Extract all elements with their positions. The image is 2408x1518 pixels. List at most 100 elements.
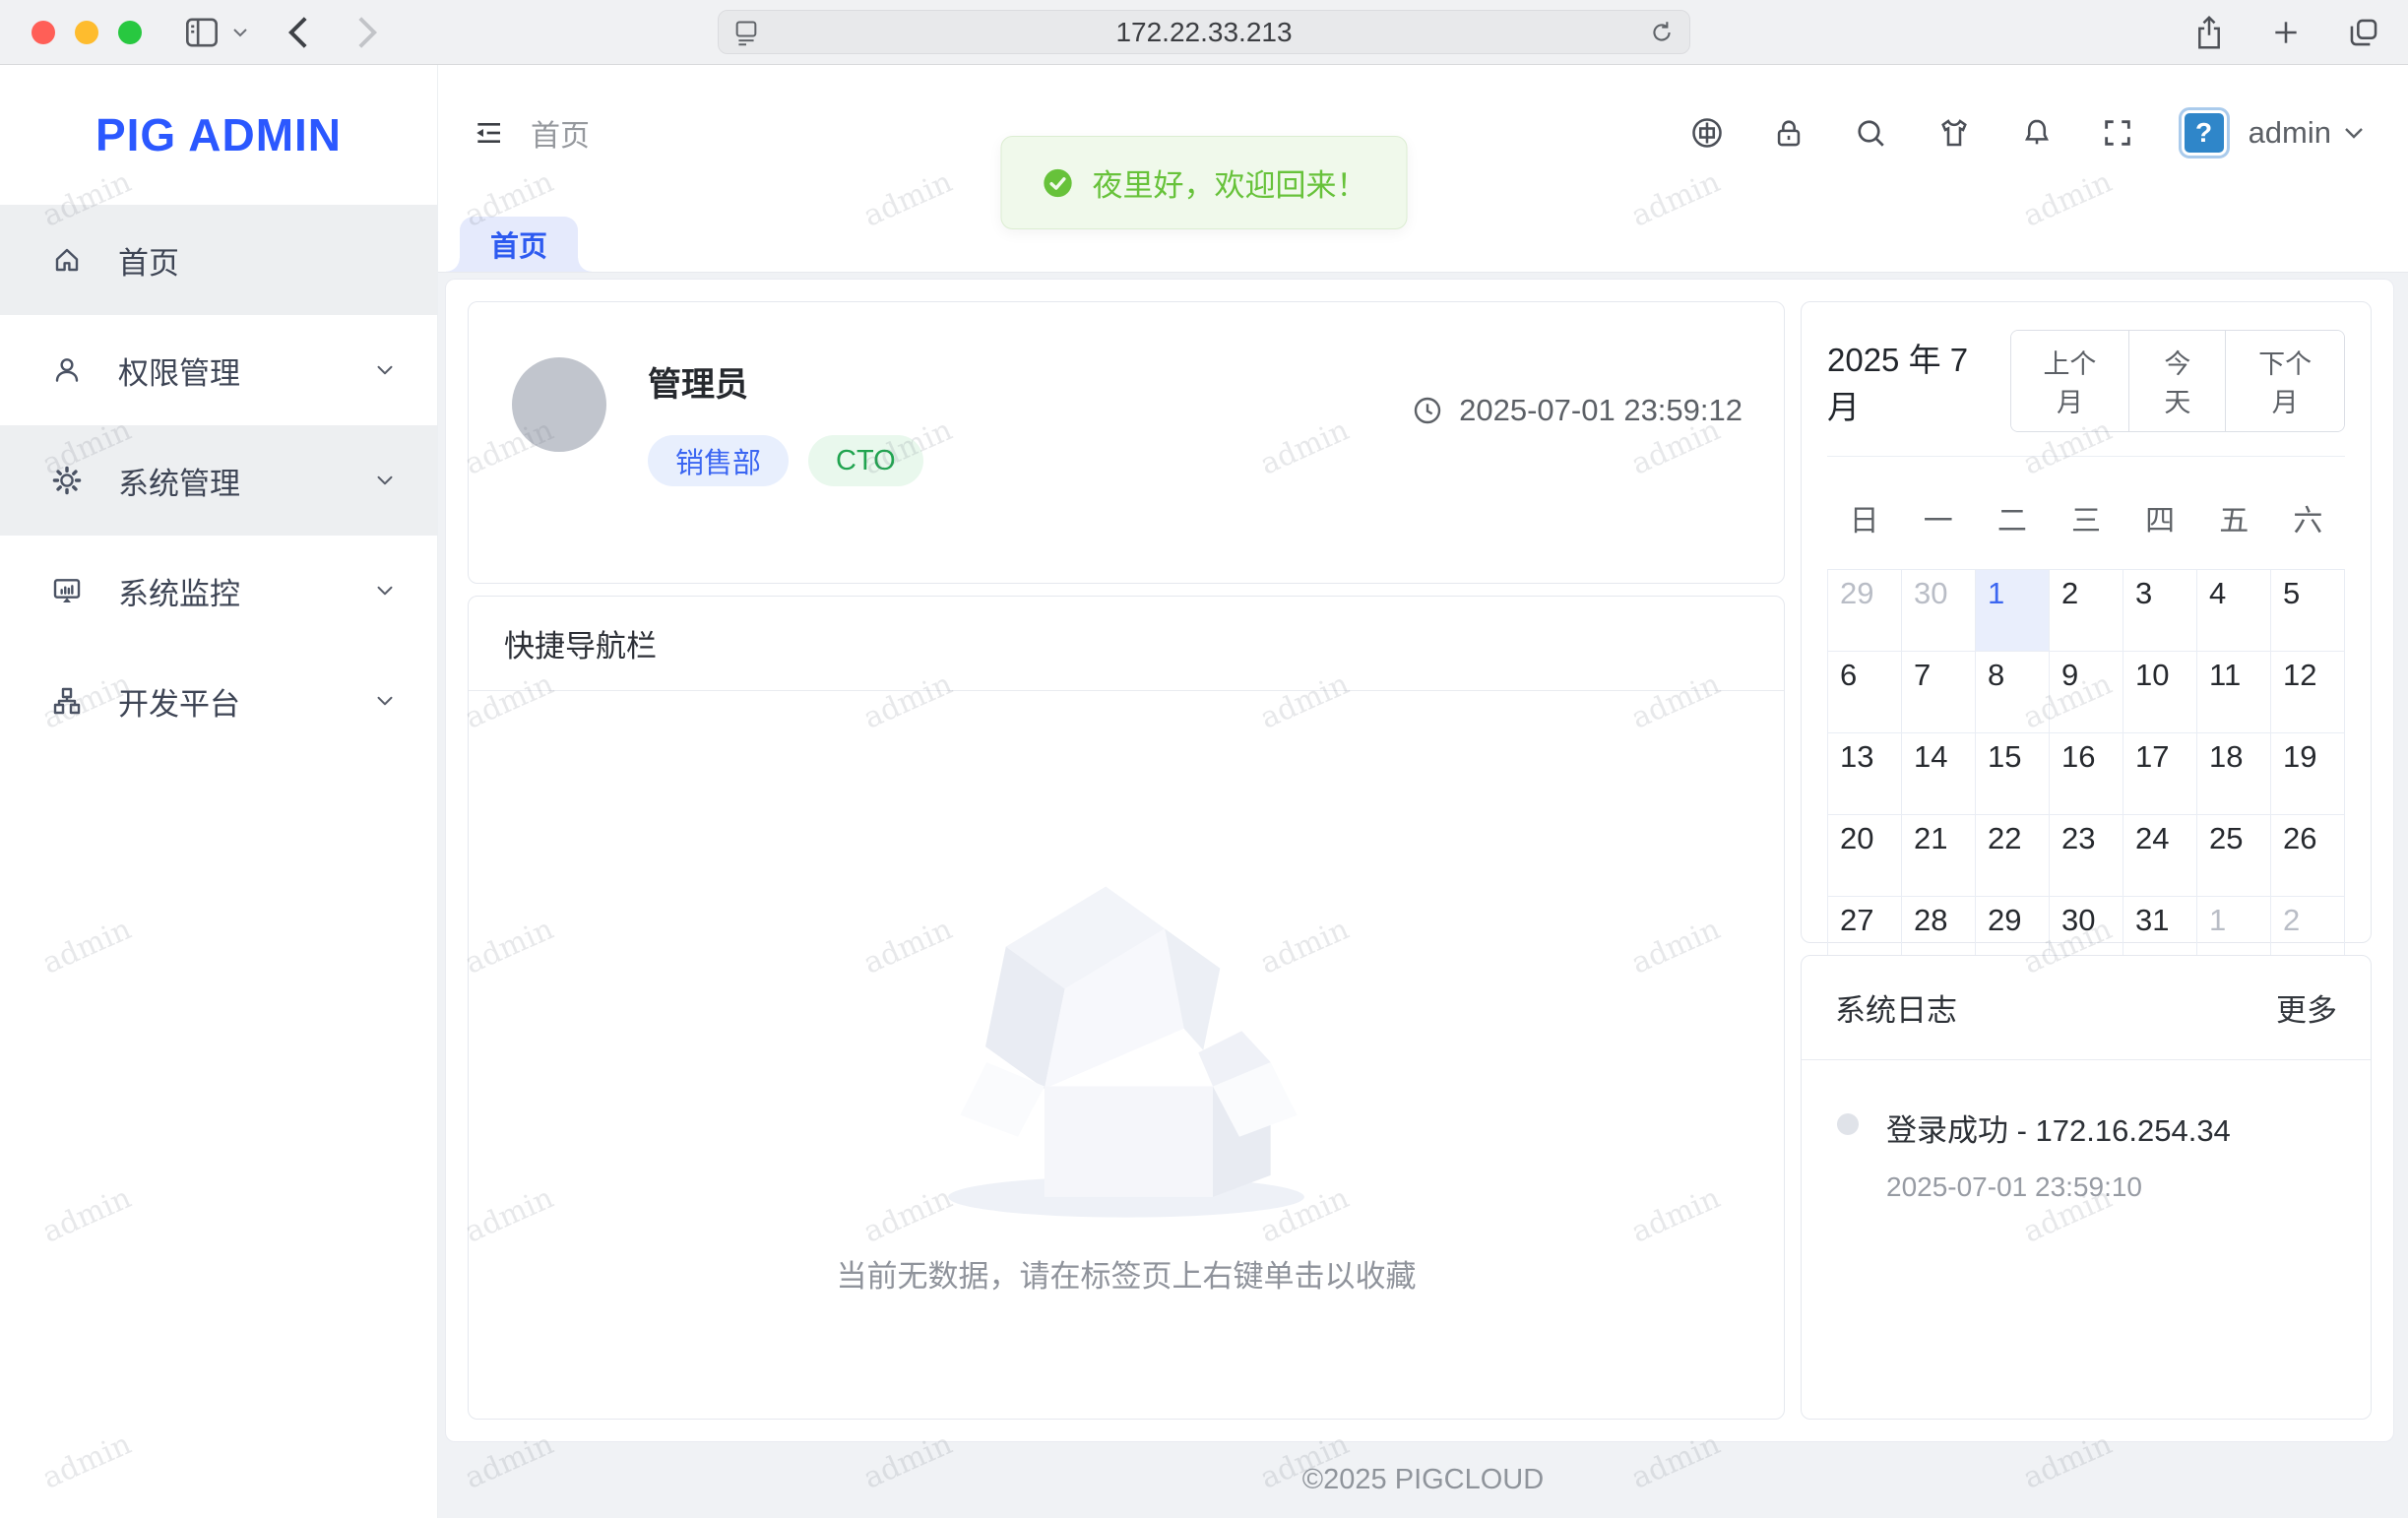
weekday-label: 三 xyxy=(2049,496,2123,539)
day-cell-22[interactable]: 22 xyxy=(1976,815,2050,897)
syslog-title: 系统日志 xyxy=(1835,985,1957,1030)
username-label: admin xyxy=(2249,115,2331,151)
day-cell-3[interactable]: 3 xyxy=(2123,570,2197,652)
day-cell-8[interactable]: 8 xyxy=(1976,652,2050,733)
lock-icon[interactable] xyxy=(1772,115,1806,151)
gear-icon xyxy=(51,465,83,496)
day-cell-26[interactable]: 26 xyxy=(2271,815,2345,897)
tab-home[interactable]: 首页 xyxy=(460,217,578,272)
day-cell-13[interactable]: 13 xyxy=(1828,733,1902,815)
chevron-down-icon xyxy=(372,688,398,714)
day-cell-9[interactable]: 9 xyxy=(2050,652,2123,733)
log-entry: 登录成功 - 172.16.254.34 2025-07-01 23:59:10 xyxy=(1802,1060,2371,1248)
sidebar-item-label: 系统管理 xyxy=(118,459,240,503)
day-cell-1[interactable]: 1 xyxy=(1976,570,2050,652)
sidebar-item-label: 开发平台 xyxy=(118,679,240,724)
day-cell-15[interactable]: 15 xyxy=(1976,733,2050,815)
user-menu[interactable]: admin xyxy=(2249,115,2365,151)
user-avatar[interactable]: ? xyxy=(2182,110,2227,156)
day-cell-4[interactable]: 4 xyxy=(2197,570,2271,652)
reload-icon[interactable] xyxy=(1648,19,1676,46)
tab-bar: 首页 xyxy=(438,200,2408,273)
search-icon[interactable] xyxy=(1853,115,1888,151)
calendar-title: 2025 年 7 月 xyxy=(1827,334,1993,428)
weekday-label: 二 xyxy=(1975,496,2049,539)
today-button[interactable]: 今天 xyxy=(2128,331,2225,431)
day-cell-18[interactable]: 18 xyxy=(2197,733,2271,815)
topbar-actions: ? admin xyxy=(1689,110,2365,156)
login-time: 2025-07-01 23:59:12 xyxy=(1412,393,1743,428)
sidebar-menu-chevron-icon[interactable] xyxy=(232,27,248,38)
sidebar-item-org[interactable]: 开发平台 xyxy=(0,646,437,756)
user-icon xyxy=(51,354,83,386)
day-cell-14[interactable]: 14 xyxy=(1902,733,1976,815)
sidebar: PIG ADMIN 首页 权限管理 系统管理 系统监控 开发平台 xyxy=(0,65,438,1518)
back-button[interactable] xyxy=(287,15,309,50)
day-cell-6[interactable]: 6 xyxy=(1828,652,1902,733)
day-cell-10[interactable]: 10 xyxy=(2123,652,2197,733)
log-dot-icon xyxy=(1837,1113,1859,1135)
share-icon[interactable] xyxy=(2193,15,2225,50)
day-cell-29[interactable]: 29 xyxy=(1828,570,1902,652)
app-window: adminadminadminadminadminadminadminadmin… xyxy=(0,65,2408,1518)
weekday-label: 一 xyxy=(1901,496,1975,539)
day-cell-24[interactable]: 24 xyxy=(2123,815,2197,897)
log-entry-time: 2025-07-01 23:59:10 xyxy=(1886,1171,2231,1203)
chevron-down-icon xyxy=(372,357,398,383)
quick-nav-title: 快捷导航栏 xyxy=(469,597,1784,691)
day-cell-25[interactable]: 25 xyxy=(2197,815,2271,897)
home-icon xyxy=(51,244,83,276)
weekday-label: 五 xyxy=(2197,496,2271,539)
syslog-card: 系统日志 更多 登录成功 - 172.16.254.34 2025-07-01 … xyxy=(1801,955,2372,1420)
day-cell-2[interactable]: 2 xyxy=(2050,570,2123,652)
day-cell-21[interactable]: 21 xyxy=(1902,815,1976,897)
collapse-sidebar-icon[interactable] xyxy=(472,117,505,149)
chevron-down-icon xyxy=(2343,125,2365,141)
day-cell-11[interactable]: 11 xyxy=(2197,652,2271,733)
prev-month-button[interactable]: 上个月 xyxy=(2011,331,2129,431)
sidebar-item-gear[interactable]: 系统管理 xyxy=(0,425,437,536)
app-logo: PIG ADMIN xyxy=(0,65,437,205)
page-settings-icon[interactable] xyxy=(732,19,760,46)
syslog-more-link[interactable]: 更多 xyxy=(2276,985,2337,1030)
day-cell-5[interactable]: 5 xyxy=(2271,570,2345,652)
welcome-toast: 夜里好，欢迎回来！ xyxy=(1001,136,1408,229)
tab-overview-icon[interactable] xyxy=(2347,16,2380,49)
language-icon[interactable] xyxy=(1689,115,1725,151)
day-cell-30[interactable]: 30 xyxy=(1902,570,1976,652)
calendar-nav-buttons: 上个月 今天 下个月 xyxy=(2010,330,2345,432)
notification-icon[interactable] xyxy=(2020,115,2054,151)
sidebar-item-monitor[interactable]: 系统监控 xyxy=(0,536,437,646)
sidebar-item-home[interactable]: 首页 xyxy=(0,205,437,315)
sidebar-toggle-icon[interactable] xyxy=(183,16,221,49)
monitor-icon xyxy=(51,575,83,606)
sidebar-item-user[interactable]: 权限管理 xyxy=(0,315,437,425)
day-cell-12[interactable]: 12 xyxy=(2271,652,2345,733)
day-cell-19[interactable]: 19 xyxy=(2271,733,2345,815)
next-month-button[interactable]: 下个月 xyxy=(2225,331,2344,431)
day-cell-17[interactable]: 17 xyxy=(2123,733,2197,815)
theme-icon[interactable] xyxy=(1935,115,1973,151)
url-bar[interactable]: 172.22.33.213 xyxy=(718,10,1690,54)
minimize-window-button[interactable] xyxy=(75,21,98,44)
day-cell-7[interactable]: 7 xyxy=(1902,652,1976,733)
clock-icon xyxy=(1412,395,1443,426)
content-container: 管理员 销售部 CTO 2025-07-01 23:59:12 xyxy=(445,279,2394,1442)
weekday-label: 日 xyxy=(1827,496,1901,539)
close-window-button[interactable] xyxy=(32,21,55,44)
log-entry-text: 登录成功 - 172.16.254.34 xyxy=(1886,1106,2231,1150)
success-check-icon xyxy=(1042,166,1075,200)
empty-state-text: 当前无数据，请在标签页上右键单击以收藏 xyxy=(837,1251,1417,1296)
day-cell-16[interactable]: 16 xyxy=(2050,733,2123,815)
page-footer: ©2025 PIGCLOUD xyxy=(438,1441,2408,1518)
quick-nav-card: 快捷导航栏 xyxy=(468,596,1785,1420)
fullscreen-icon[interactable] xyxy=(2101,116,2134,150)
day-cell-20[interactable]: 20 xyxy=(1828,815,1902,897)
zoom-window-button[interactable] xyxy=(118,21,142,44)
forward-button[interactable] xyxy=(356,15,378,50)
department-badge: 销售部 xyxy=(648,435,789,486)
new-tab-icon[interactable] xyxy=(2270,17,2302,48)
day-cell-23[interactable]: 23 xyxy=(2050,815,2123,897)
url-text[interactable]: 172.22.33.213 xyxy=(760,17,1648,48)
browser-chrome: 172.22.33.213 xyxy=(0,0,2408,65)
